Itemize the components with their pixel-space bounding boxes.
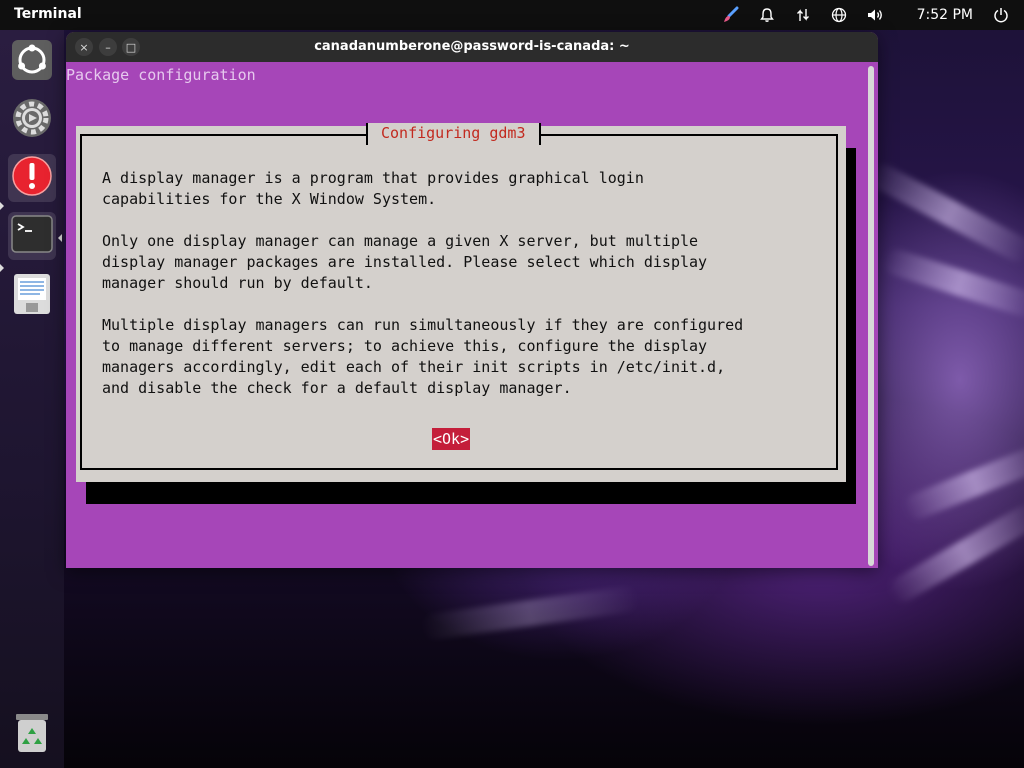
scrollbar[interactable] [868, 66, 874, 566]
notepad-icon [10, 272, 54, 320]
dock-item-software-updater[interactable] [8, 154, 56, 202]
dialog-paragraph-3: Multiple display managers can run simult… [102, 316, 744, 397]
bell-icon[interactable] [756, 4, 778, 26]
dialog-frame: Configuring gdm3 A display manager is a … [80, 123, 838, 470]
clock[interactable]: 7:52 PM [917, 7, 973, 23]
dock-item-trash[interactable] [8, 710, 56, 758]
terminal-body[interactable]: Package configuration Configuring gdm3 A… [66, 62, 866, 568]
package-config-header: Package configuration [66, 66, 256, 84]
ok-button[interactable]: <Ok> [432, 428, 471, 450]
globe-icon[interactable] [828, 4, 850, 26]
system-tray: 7:52 PM [713, 0, 1024, 30]
dock-item-terminal[interactable] [8, 212, 56, 260]
dock [0, 30, 64, 768]
dialog-title: Configuring gdm3 [366, 123, 541, 145]
focused-indicator [58, 234, 62, 242]
ubuntu-logo-icon [10, 38, 54, 86]
running-indicator [0, 202, 4, 210]
dock-item-installer[interactable] [8, 38, 56, 86]
window-titlebar[interactable]: × – □ canadanumberone@password-is-canada… [66, 32, 878, 62]
dialog-paragraph-1: A display manager is a program that prov… [102, 169, 644, 208]
dock-item-settings[interactable] [8, 96, 56, 144]
window-title: canadanumberone@password-is-canada: ~ [314, 39, 630, 54]
exclamation-icon [10, 154, 54, 202]
volume-icon[interactable] [864, 4, 886, 26]
gdm3-config-dialog: Configuring gdm3 A display manager is a … [76, 123, 846, 482]
gear-icon [10, 96, 54, 144]
network-transfer-icon[interactable] [792, 4, 814, 26]
power-icon[interactable] [990, 4, 1012, 26]
terminal-icon [10, 212, 54, 260]
terminal-window: × – □ canadanumberone@password-is-canada… [66, 32, 878, 568]
top-bar: Terminal 7:52 PM [0, 0, 1024, 30]
running-indicator [0, 264, 4, 272]
paintbrush-icon[interactable] [720, 4, 742, 26]
dialog-paragraph-2: Only one display manager can manage a gi… [102, 232, 708, 292]
dock-item-text-editor[interactable] [8, 272, 56, 320]
recycle-bin-icon [10, 710, 54, 758]
active-app-name[interactable]: Terminal [14, 6, 82, 22]
